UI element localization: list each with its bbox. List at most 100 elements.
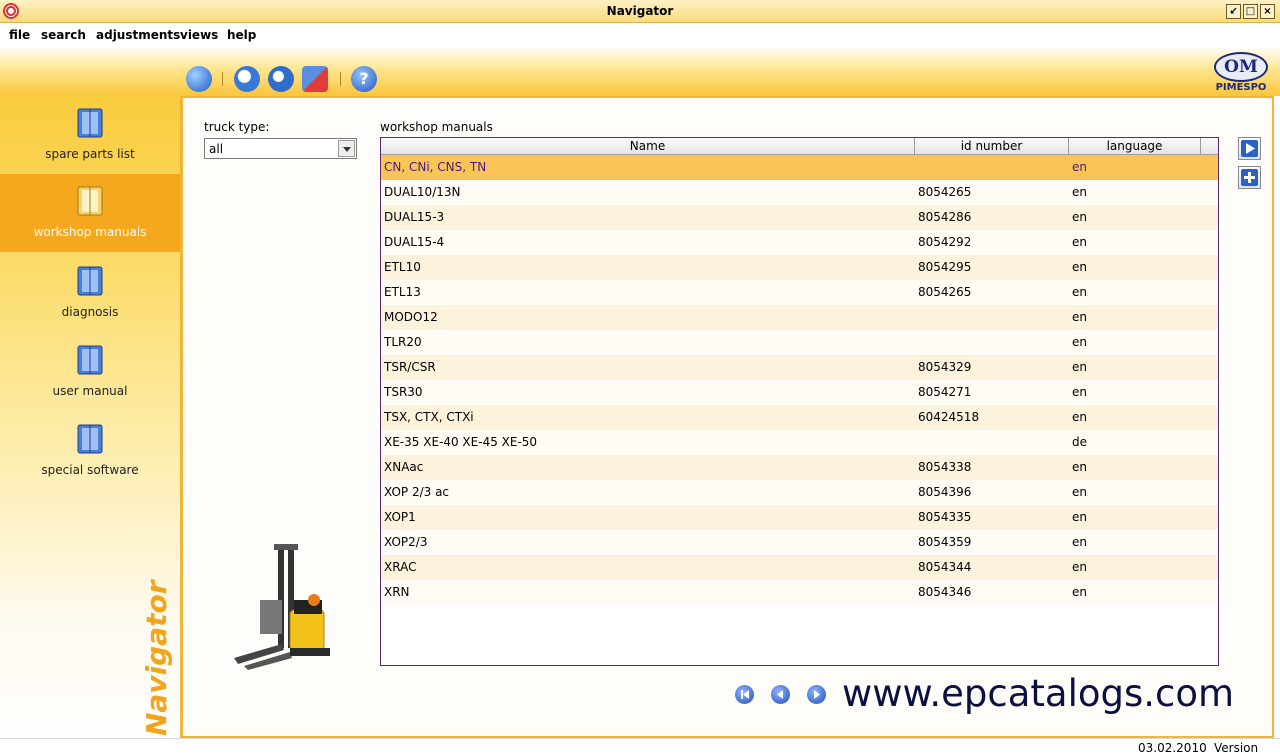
truck-type-value: all <box>209 142 224 156</box>
search-icon[interactable] <box>234 66 260 92</box>
table-row[interactable]: MODO12 en <box>381 305 1218 330</box>
table-row[interactable]: XOP2/3 8054359 en <box>381 530 1218 555</box>
cell-name: DUAL15-3 <box>384 210 445 224</box>
next-page-icon[interactable] <box>807 685 826 704</box>
table-row[interactable]: XNAac 8054338 en <box>381 455 1218 480</box>
open-book-icon <box>77 186 103 216</box>
table-row[interactable]: TLR20 en <box>381 330 1218 355</box>
menu-file[interactable]: file <box>9 28 30 42</box>
minimize-button[interactable]: ↙ <box>1226 4 1241 19</box>
cell-id-number: 8054295 <box>918 260 972 274</box>
toolbar-separator <box>340 72 341 86</box>
menu-bar: file search adjustments views help <box>0 23 1280 48</box>
table-row[interactable]: DUAL15-4 8054292 en <box>381 230 1218 255</box>
table-row[interactable]: XE-35 XE-40 XE-45 XE-50 de <box>381 430 1218 455</box>
table-row[interactable]: XOP 2/3 ac 8054396 en <box>381 480 1218 505</box>
toolbar-separator <box>222 72 223 86</box>
cell-name: XE-35 XE-40 XE-45 XE-50 <box>384 435 538 449</box>
window-title: Navigator <box>606 4 674 18</box>
cell-language: en <box>1072 185 1087 199</box>
cell-id-number: 8054265 <box>918 185 972 199</box>
plus-icon <box>1241 169 1258 186</box>
cell-language: en <box>1072 560 1087 574</box>
book-icon <box>77 424 103 454</box>
sidebar-item-label: special software <box>41 463 139 477</box>
toolbar: ? OM PIMESPO <box>0 48 1280 96</box>
cell-language: en <box>1072 260 1087 274</box>
table-row[interactable]: XRAC 8054344 en <box>381 555 1218 580</box>
cell-language: en <box>1072 160 1087 174</box>
forklift-image <box>234 544 330 670</box>
truck-type-select[interactable]: all <box>204 138 357 159</box>
column-header-language[interactable]: language <box>1069 138 1201 155</box>
cell-name: TSR/CSR <box>384 360 436 374</box>
cell-name: TSX, CTX, CTXi <box>384 410 474 424</box>
cell-language: en <box>1072 460 1087 474</box>
cell-name: MODO12 <box>384 310 438 324</box>
menu-search[interactable]: search <box>41 28 86 42</box>
cell-id-number: 8054335 <box>918 510 972 524</box>
sidebar-item-diagnosis[interactable]: diagnosis <box>0 254 180 332</box>
menu-views[interactable]: views <box>180 28 218 42</box>
table-row[interactable]: XRN 8054346 en <box>381 580 1218 605</box>
cell-language: en <box>1072 310 1087 324</box>
table-row[interactable]: DUAL15-3 8054286 en <box>381 205 1218 230</box>
table-row[interactable]: XOP1 8054335 en <box>381 505 1218 530</box>
cell-language: en <box>1072 585 1087 599</box>
cell-id-number: 8054396 <box>918 485 972 499</box>
table-header: Name id number language <box>381 138 1218 155</box>
column-header-name[interactable]: Name <box>381 138 915 155</box>
cell-name: ETL13 <box>384 285 421 299</box>
cell-language: en <box>1072 410 1087 424</box>
title-bar: Navigator ↙ □ × <box>0 0 1280 23</box>
table-row[interactable]: ETL13 8054265 en <box>381 280 1218 305</box>
table-row[interactable]: TSR30 8054271 en <box>381 380 1218 405</box>
cell-id-number: 8054344 <box>918 560 972 574</box>
cell-language: en <box>1072 510 1087 524</box>
table-row[interactable]: CN, CNi, CNS, TN en <box>381 155 1218 180</box>
table-row[interactable]: TSX, CTX, CTXi 60424518 en <box>381 405 1218 430</box>
cell-id-number: 8054359 <box>918 535 972 549</box>
cell-id-number: 8054265 <box>918 285 972 299</box>
sidebar-item-label: user manual <box>52 384 128 398</box>
navigator-brand-text: Navigator <box>140 580 173 736</box>
cell-id-number: 8054292 <box>918 235 972 249</box>
cell-language: en <box>1072 235 1087 249</box>
sidebar-item-user-manual[interactable]: user manual <box>0 333 180 411</box>
chevron-down-icon[interactable] <box>338 140 355 157</box>
sidebar-item-special-software[interactable]: special software <box>0 412 180 490</box>
cell-language: en <box>1072 385 1087 399</box>
column-header-id-number[interactable]: id number <box>915 138 1069 155</box>
cell-name: XRAC <box>384 560 417 574</box>
manuals-table: Name id number language CN, CNi, CNS, TN… <box>380 137 1219 666</box>
status-date: 03.02.2010 <box>1138 741 1207 755</box>
cell-language: en <box>1072 535 1087 549</box>
close-button[interactable]: × <box>1260 4 1275 19</box>
cell-name: XOP1 <box>384 510 416 524</box>
table-row[interactable]: DUAL10/13N 8054265 en <box>381 180 1218 205</box>
menu-adjustments[interactable]: adjustments <box>96 28 180 42</box>
sidebar-item-label: workshop manuals <box>33 225 147 239</box>
maximize-button[interactable]: □ <box>1243 4 1258 19</box>
cell-name: DUAL10/13N <box>384 185 461 199</box>
globe-icon[interactable] <box>186 66 212 92</box>
zoom-icon[interactable] <box>268 66 294 92</box>
first-page-icon[interactable] <box>735 685 754 704</box>
help-icon[interactable]: ? <box>351 66 377 92</box>
cell-name: XOP 2/3 ac <box>384 485 450 499</box>
table-row[interactable]: ETL10 8054295 en <box>381 255 1218 280</box>
add-button[interactable] <box>1238 166 1261 189</box>
sidebar-item-label: diagnosis <box>61 305 119 319</box>
cell-id-number: 8054286 <box>918 210 972 224</box>
sidebar-item-spare-parts-list[interactable]: spare parts list <box>0 96 180 174</box>
previous-page-icon[interactable] <box>771 685 790 704</box>
open-manual-button[interactable] <box>1238 137 1261 160</box>
cell-language: en <box>1072 210 1087 224</box>
sidebar-item-workshop-manuals[interactable]: workshop manuals <box>0 174 180 252</box>
table-row[interactable]: TSR/CSR 8054329 en <box>381 355 1218 380</box>
cell-name: XNAac <box>384 460 424 474</box>
bookmark-icon[interactable] <box>302 66 328 92</box>
book-icon <box>77 266 103 296</box>
cell-language: en <box>1072 285 1087 299</box>
menu-help[interactable]: help <box>227 28 256 42</box>
